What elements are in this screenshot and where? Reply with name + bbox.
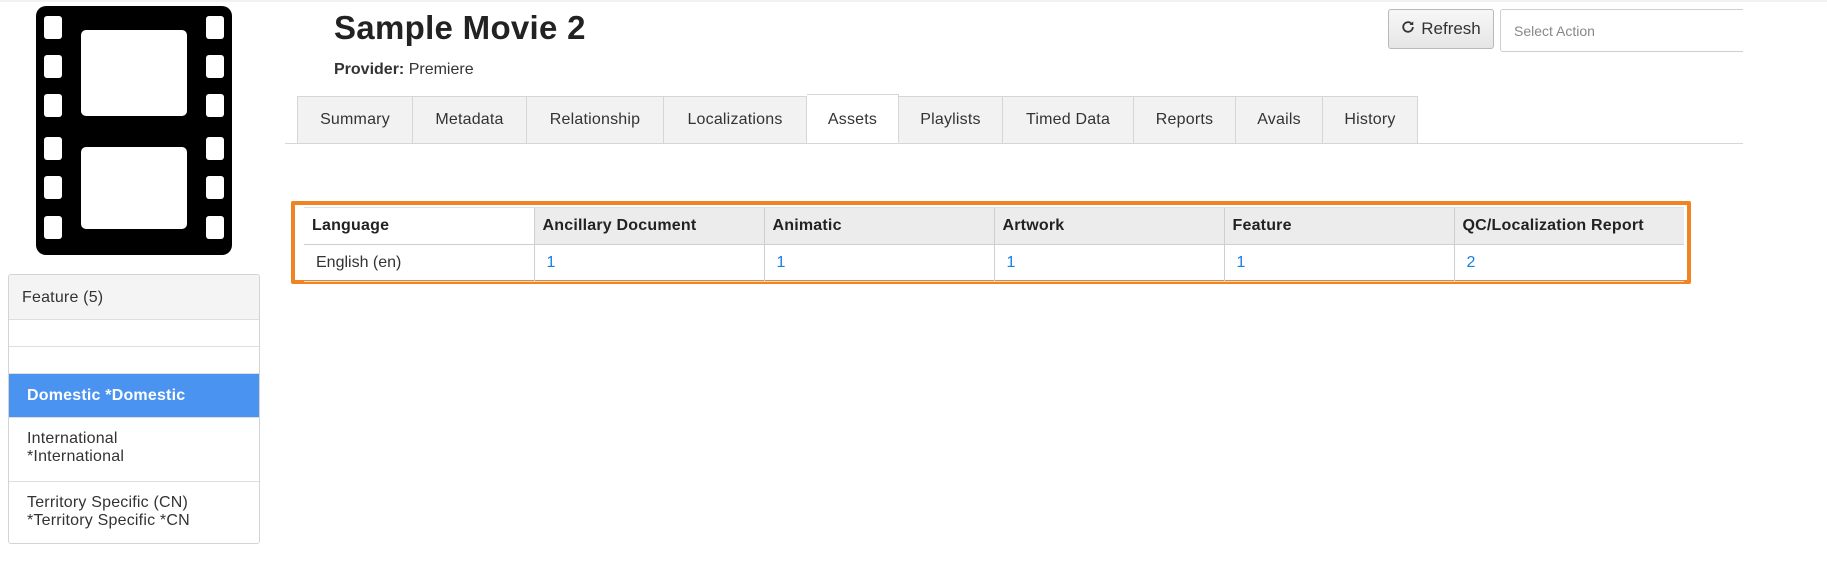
column-header-artwork: Artwork [993,207,1224,245]
list-item-international[interactable]: International *International [9,418,259,482]
tab-metadata[interactable]: Metadata [413,96,527,144]
table-row: English (en) 1 1 1 1 2 [304,244,1684,282]
list-item-sublabel: *Territory Specific *CN [27,512,190,529]
provider-label: Provider: [334,61,405,78]
list-item-domestic[interactable]: Domestic *Domestic [9,374,259,418]
tab-reports[interactable]: Reports [1134,96,1236,144]
list-item-label: International [27,430,118,447]
column-header-qc-report: QC/Localization Report [1453,207,1684,245]
refresh-button[interactable]: Refresh [1388,9,1494,49]
column-header-ancillary-document: Ancillary Document [533,207,764,245]
top-divider [0,0,1827,2]
provider-info: Provider: Premiere [334,61,474,79]
cell-feature-link[interactable]: 1 [1223,244,1454,282]
column-header-animatic: Animatic [763,207,994,245]
table-header-row: Language Ancillary Document Animatic Art… [304,207,1684,245]
assets-table: Language Ancillary Document Animatic Art… [304,207,1684,282]
column-header-language: Language [304,207,534,245]
tab-avails[interactable]: Avails [1236,96,1323,144]
film-strip-icon [36,6,232,255]
list-item-label: Territory Specific (CN) [27,494,189,511]
tab-timed-data[interactable]: Timed Data [1003,96,1134,144]
panel-blank-row [9,320,259,347]
feature-panel-header[interactable]: Feature (5) [9,275,259,320]
tab-relationship[interactable]: Relationship [527,96,664,144]
tab-assets[interactable]: Assets [807,94,899,143]
column-header-feature: Feature [1223,207,1454,245]
feature-panel: Feature (5) Domestic *Domestic Internati… [8,274,260,544]
panel-blank-row [9,347,259,374]
cell-ancillary-document-link[interactable]: 1 [533,244,764,282]
tab-history[interactable]: History [1323,96,1418,144]
list-item-sublabel: *International [27,448,125,465]
cell-language: English (en) [304,244,534,282]
list-item-territory-cn[interactable]: Territory Specific (CN) *Territory Speci… [9,482,259,543]
cell-qc-report-link[interactable]: 2 [1453,244,1684,282]
refresh-label: Refresh [1421,19,1481,38]
page-title: Sample Movie 2 [334,9,586,46]
tab-summary[interactable]: Summary [297,96,413,144]
provider-value: Premiere [408,61,474,78]
tab-localizations[interactable]: Localizations [664,96,807,144]
select-action-dropdown[interactable]: Select Action [1500,9,1743,52]
tab-playlists[interactable]: Playlists [899,96,1003,144]
cell-animatic-link[interactable]: 1 [763,244,994,282]
tab-bar: Summary Metadata Relationship Localizati… [297,94,1418,144]
refresh-icon [1401,19,1415,39]
cell-artwork-link[interactable]: 1 [993,244,1224,282]
list-item-label: Domestic *Domestic [27,387,186,404]
